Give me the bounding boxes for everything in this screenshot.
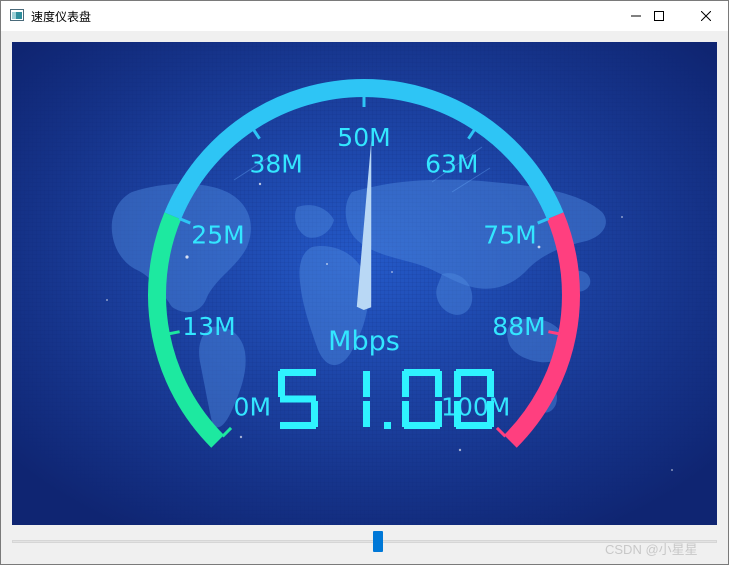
gauge-scale-label: 25M [191,221,244,250]
gauge-unit-label: Mbps [328,326,400,357]
close-icon [701,11,711,21]
gauge-scale-label: 38M [250,150,303,179]
maximize-icon [654,11,664,21]
slider-handle[interactable] [373,531,383,552]
gauge-scale-label: 75M [483,221,536,250]
app-icon [10,9,24,21]
gauge-scale-label: 0M [234,393,271,422]
maximize-button[interactable] [636,1,682,31]
gauge-scale-label: 13M [182,312,235,341]
gauge-scale-label: 100M [441,393,510,422]
window-title: 速度仪表盘 [31,10,92,24]
title-bar[interactable]: 速度仪表盘 [1,1,728,31]
gauge-scale-label: 63M [425,150,478,179]
watermark: CSDN @小星星 [605,542,698,557]
speed-gauge-panel: 0M 13M 25M 38M 50M 63M 75M 88M 100M Mbps [12,42,717,525]
close-button[interactable] [683,1,729,31]
readout-digit [384,422,391,429]
speed-gauge: 0M 13M 25M 38M 50M 63M 75M 88M 100M Mbps [12,42,717,525]
gauge-scale-label: 50M [337,123,390,152]
app-window: 速度仪表盘 0M 13M 25M 38M 50M 63M 75M 88M 100… [0,0,729,565]
gauge-scale-label: 88M [492,312,545,341]
